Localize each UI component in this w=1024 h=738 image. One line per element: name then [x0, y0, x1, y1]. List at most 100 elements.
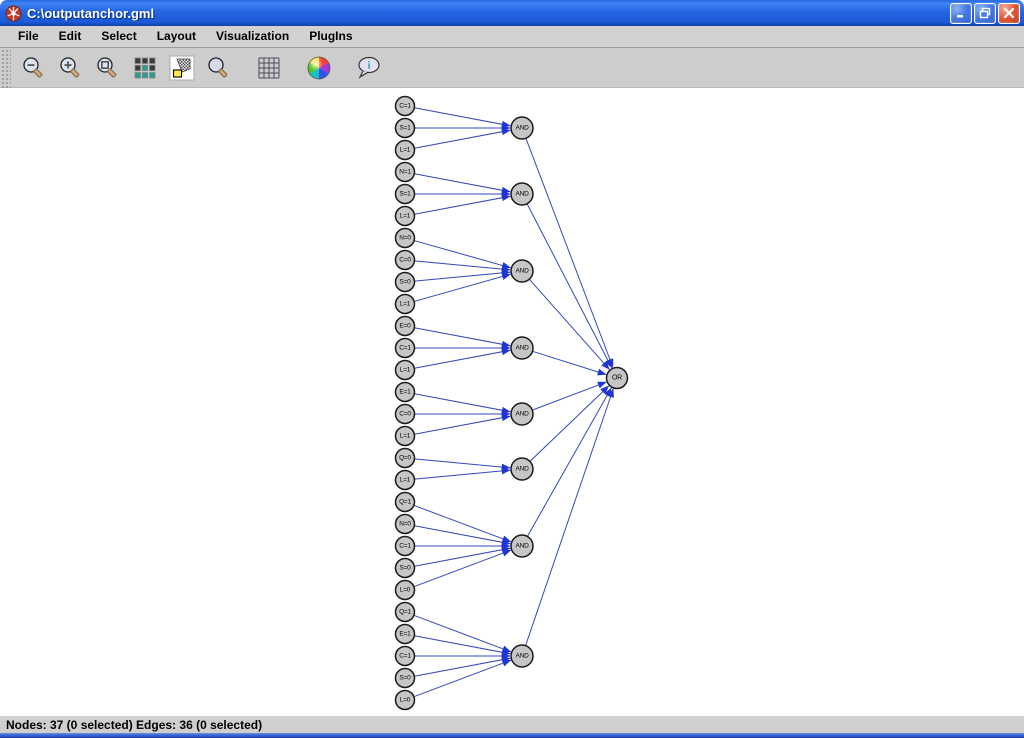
toolbar-drag-handle[interactable]: [0, 48, 11, 88]
graph-edge[interactable]: [414, 459, 510, 468]
graph-node-input[interactable]: L=0: [396, 691, 415, 710]
zoom-in-button[interactable]: [57, 54, 85, 82]
graph-node-input[interactable]: L=1: [396, 295, 415, 314]
tooltip-info-button[interactable]: i: [355, 54, 383, 82]
graph-node-and-gate[interactable]: AND: [511, 183, 533, 205]
menu-select[interactable]: Select: [91, 27, 146, 46]
graph-canvas[interactable]: C=1 S=1 L=1 AND N=1 S=1 L=1 AND N=0 C=0 S=0 L=1 AND E…: [0, 88, 1024, 715]
graph-node-and-gate[interactable]: AND: [511, 458, 533, 480]
restore-button[interactable]: [974, 3, 996, 24]
find-button[interactable]: [205, 54, 233, 82]
graph-edge[interactable]: [414, 174, 510, 192]
graph-edge[interactable]: [414, 394, 510, 412]
graph-edge[interactable]: [414, 660, 511, 696]
graph-edge[interactable]: [414, 350, 510, 368]
graph-node-or-gate[interactable]: OR: [607, 368, 628, 389]
graph-edge[interactable]: [414, 130, 510, 148]
minimize-icon: [955, 7, 967, 19]
magnify-area-button[interactable]: [168, 54, 196, 82]
graph-edge[interactable]: [414, 505, 511, 541]
status-text: Nodes: 37 (0 selected) Edges: 36 (0 sele…: [6, 718, 262, 732]
graph-edge[interactable]: [414, 416, 510, 434]
graph-node-input[interactable]: L=1: [396, 471, 415, 490]
graph-edge[interactable]: [414, 548, 510, 566]
overview-button[interactable]: [131, 54, 159, 82]
graph-edge[interactable]: [414, 636, 510, 654]
graph-edge[interactable]: [532, 351, 606, 374]
graph-node-input[interactable]: E=1: [396, 383, 415, 402]
window-bottom-border: [0, 733, 1024, 738]
graph-node-input[interactable]: E=1: [396, 625, 415, 644]
tooltip-info-icon: i: [355, 55, 383, 81]
graph-node-input[interactable]: S=0: [396, 273, 415, 292]
application-window: C:\outputanchor.gml File Edit Select Lay…: [0, 0, 1024, 738]
graph-node-input[interactable]: L=1: [396, 207, 415, 226]
svg-text:AND: AND: [515, 653, 529, 660]
graph-edge[interactable]: [414, 328, 510, 346]
graph-edge[interactable]: [414, 261, 510, 270]
graph-edge[interactable]: [527, 204, 612, 368]
graph-node-input[interactable]: Q=1: [396, 493, 415, 512]
graph-node-and-gate[interactable]: AND: [511, 337, 533, 359]
graph-edge[interactable]: [414, 272, 510, 281]
menu-layout[interactable]: Layout: [147, 27, 206, 46]
graph-node-and-gate[interactable]: AND: [511, 535, 533, 557]
graph-node-input[interactable]: C=1: [396, 339, 415, 358]
graph-node-input[interactable]: S=1: [396, 119, 415, 138]
graph-edge[interactable]: [414, 526, 510, 544]
menu-plugins[interactable]: PlugIns: [299, 27, 362, 46]
minimize-button[interactable]: [950, 3, 972, 24]
zoom-out-button[interactable]: [20, 54, 48, 82]
graph-edge[interactable]: [414, 108, 510, 126]
graph-node-input[interactable]: C=1: [396, 537, 415, 556]
graph-edge[interactable]: [529, 279, 609, 369]
graph-node-input[interactable]: S=0: [396, 559, 415, 578]
graph-node-input[interactable]: L=1: [396, 427, 415, 446]
graph-node-input[interactable]: N=1: [396, 163, 415, 182]
graph-node-input[interactable]: L=1: [396, 141, 415, 160]
svg-text:N=0: N=0: [399, 235, 411, 242]
graph-node-input[interactable]: C=0: [396, 251, 415, 270]
graph-node-input[interactable]: L=1: [396, 361, 415, 380]
graph-edge[interactable]: [527, 388, 611, 536]
graph-node-and-gate[interactable]: AND: [511, 117, 533, 139]
graph-node-input[interactable]: C=1: [396, 647, 415, 666]
svg-text:L=1: L=1: [400, 433, 411, 440]
graph-node-and-gate[interactable]: AND: [511, 403, 533, 425]
graph-edge[interactable]: [530, 386, 609, 461]
graph-edge[interactable]: [414, 274, 510, 301]
graph-edge[interactable]: [414, 241, 510, 268]
svg-text:i: i: [368, 60, 371, 71]
titlebar[interactable]: C:\outputanchor.gml: [0, 0, 1024, 26]
graph-node-and-gate[interactable]: AND: [511, 260, 533, 282]
zoom-fit-button[interactable]: [94, 54, 122, 82]
graph-node-input[interactable]: E=0: [396, 317, 415, 336]
close-button[interactable]: [998, 3, 1020, 24]
graph-node-input[interactable]: C=1: [396, 97, 415, 116]
graph-node-input[interactable]: Q=0: [396, 449, 415, 468]
svg-text:E=0: E=0: [399, 323, 411, 330]
graph-edge[interactable]: [526, 138, 613, 367]
graph-edge[interactable]: [414, 550, 511, 586]
graph-view[interactable]: C=1 S=1 L=1 AND N=1 S=1 L=1 AND N=0 C=0 S=0 L=1 AND E…: [0, 88, 1024, 715]
graph-edge[interactable]: [414, 196, 510, 214]
grid-button[interactable]: [255, 54, 283, 82]
graph-node-input[interactable]: L=0: [396, 581, 415, 600]
graph-node-and-gate[interactable]: AND: [511, 645, 533, 667]
graph-node-input[interactable]: C=0: [396, 405, 415, 424]
graph-node-input[interactable]: N=0: [396, 229, 415, 248]
graph-edge[interactable]: [414, 658, 510, 676]
menu-file[interactable]: File: [8, 27, 49, 46]
graph-node-input[interactable]: S=1: [396, 185, 415, 204]
color-wheel-button[interactable]: [305, 54, 333, 82]
graph-edge[interactable]: [414, 615, 511, 651]
graph-node-input[interactable]: S=0: [396, 669, 415, 688]
graph-edge[interactable]: [414, 470, 510, 479]
graph-edge[interactable]: [532, 382, 606, 410]
overview-icon: [132, 55, 158, 81]
svg-text:E=1: E=1: [399, 389, 411, 396]
graph-node-input[interactable]: Q=1: [396, 603, 415, 622]
menu-visualization[interactable]: Visualization: [206, 27, 299, 46]
menu-edit[interactable]: Edit: [49, 27, 92, 46]
graph-node-input[interactable]: N=0: [396, 515, 415, 534]
